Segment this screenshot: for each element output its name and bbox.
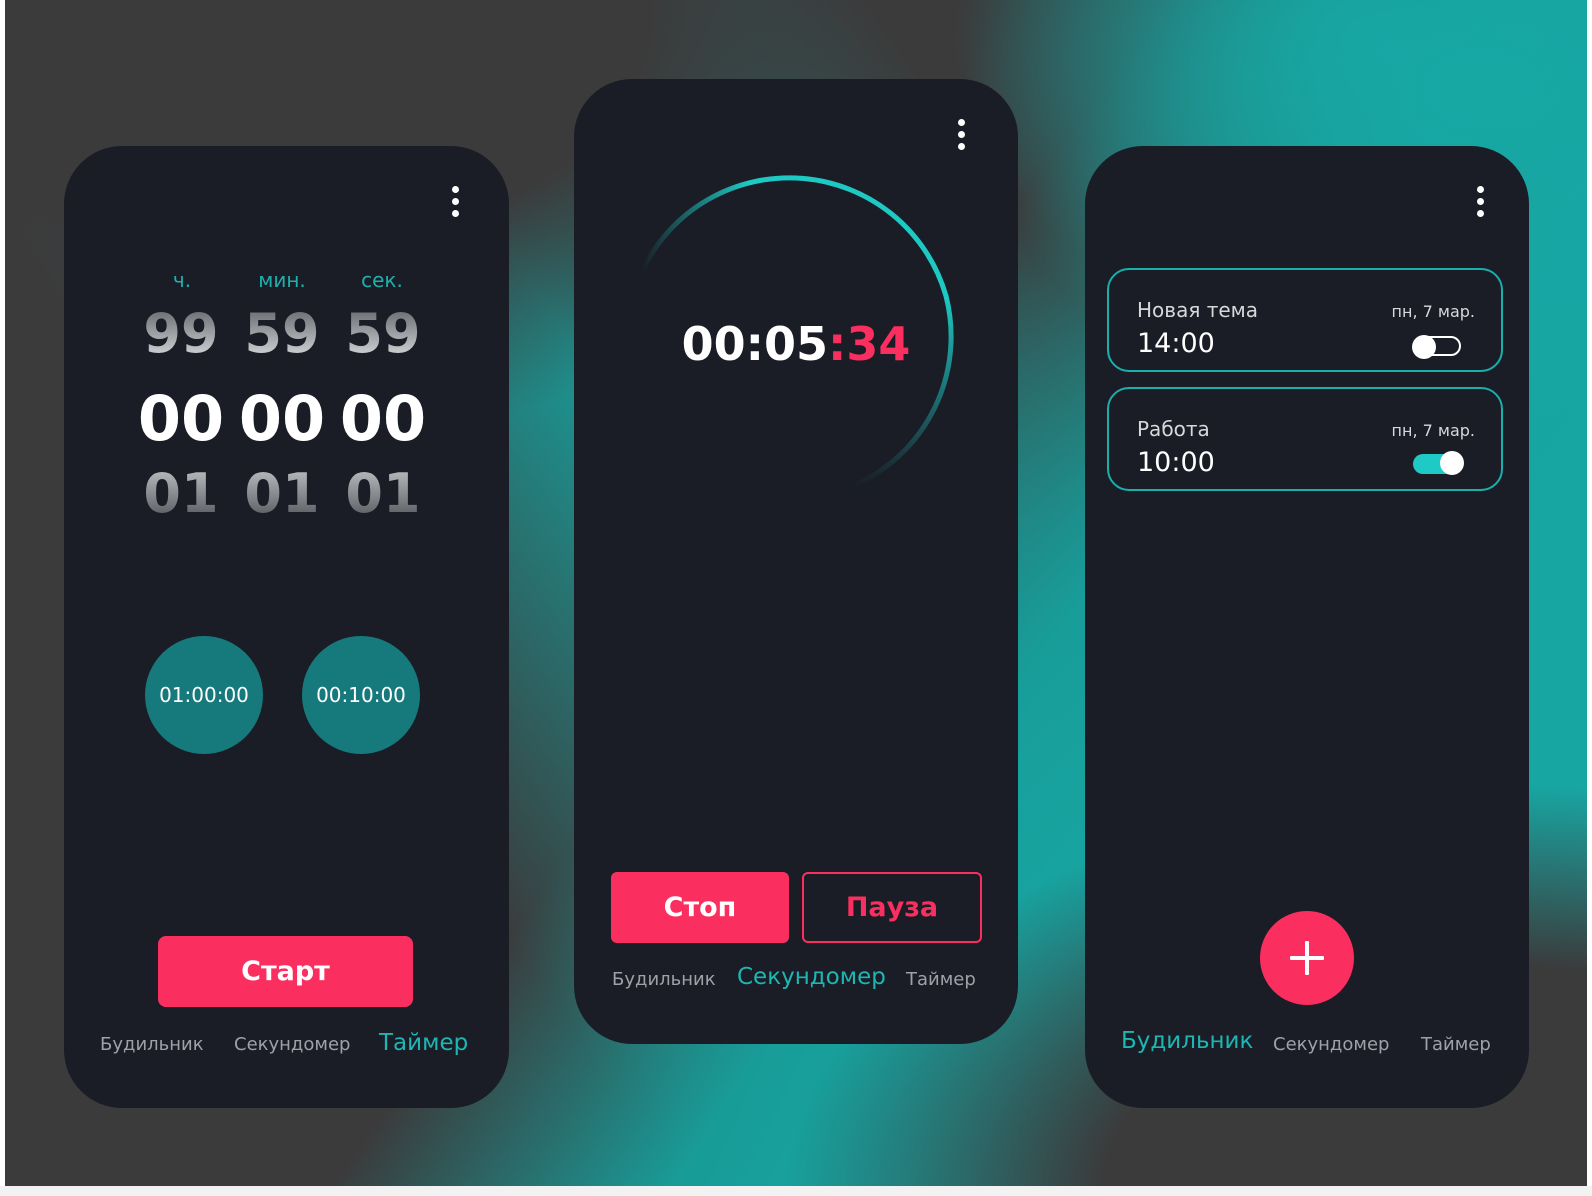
minutes-prev[interactable]: 59 (227, 302, 337, 365)
seconds-label: сек. (361, 268, 403, 292)
minutes-label: мин. (258, 268, 306, 292)
seconds-next[interactable]: 01 (328, 462, 438, 525)
alarm-name: Новая тема (1137, 298, 1259, 322)
nav-stopwatch[interactable]: Секундомер (234, 1034, 350, 1055)
nav-timer[interactable]: Таймер (906, 969, 976, 990)
more-vertical-icon[interactable] (958, 119, 966, 150)
nav-timer[interactable]: Таймер (1421, 1034, 1491, 1055)
add-alarm-button[interactable] (1260, 911, 1354, 1005)
stopwatch-screen: 00:05:34 Стоп Пауза Будильник Секундомер… (574, 79, 1018, 1044)
hours-value[interactable]: 00 (126, 382, 236, 455)
nav-alarm[interactable]: Будильник (1121, 1028, 1253, 1054)
start-button[interactable]: Старт (158, 936, 413, 1007)
alarm-toggle[interactable] (1413, 451, 1464, 475)
more-vertical-icon[interactable] (452, 186, 460, 217)
elapsed-time: 00:05:34 (681, 317, 911, 371)
timer-screen: ч. мин. сек. 99 59 59 00 00 00 01 01 01 … (64, 146, 509, 1108)
seconds-value[interactable]: 00 (328, 382, 438, 455)
nav-alarm[interactable]: Будильник (100, 1034, 204, 1055)
minutes-value[interactable]: 00 (227, 382, 337, 455)
alarm-date: пн, 7 мар. (1391, 302, 1475, 321)
footer-strip (0, 1186, 1592, 1196)
stop-button[interactable]: Стоп (611, 872, 789, 943)
alarm-time: 14:00 (1137, 328, 1215, 359)
alarm-toggle[interactable] (1412, 335, 1461, 359)
toggle-knob (1440, 451, 1464, 475)
toggle-knob (1412, 335, 1436, 359)
more-vertical-icon[interactable] (1477, 186, 1485, 217)
nav-stopwatch[interactable]: Секундомер (737, 964, 886, 990)
hours-prev[interactable]: 99 (126, 302, 236, 365)
nav-alarm[interactable]: Будильник (612, 969, 716, 990)
hours-label: ч. (172, 268, 192, 292)
nav-stopwatch[interactable]: Секундомер (1273, 1034, 1389, 1055)
alarm-card[interactable]: Работа пн, 7 мар. 10:00 (1107, 387, 1503, 491)
seconds-prev[interactable]: 59 (328, 302, 438, 365)
plus-icon (1290, 941, 1324, 975)
alarm-card[interactable]: Новая тема пн, 7 мар. 14:00 (1107, 268, 1503, 372)
alarm-time: 10:00 (1137, 447, 1215, 478)
alarm-name: Работа (1137, 417, 1210, 441)
alarm-date: пн, 7 мар. (1391, 421, 1475, 440)
elapsed-seconds: 34 (846, 317, 911, 371)
alarm-screen: Новая тема пн, 7 мар. 14:00 Работа пн, 7… (1085, 146, 1529, 1108)
minutes-next[interactable]: 01 (227, 462, 337, 525)
hours-next[interactable]: 01 (126, 462, 236, 525)
pause-button[interactable]: Пауза (802, 872, 982, 943)
preset-1h-button[interactable]: 01:00:00 (145, 636, 263, 754)
preset-10m-button[interactable]: 00:10:00 (302, 636, 420, 754)
nav-timer[interactable]: Таймер (379, 1030, 468, 1056)
